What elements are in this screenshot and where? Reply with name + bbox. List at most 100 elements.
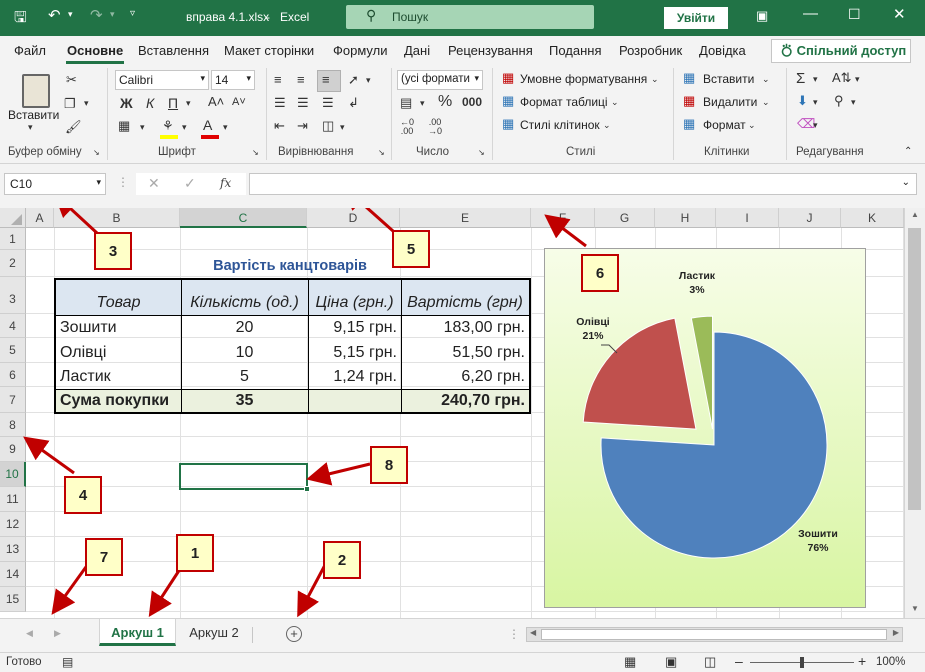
format-cells-button[interactable]: Формат xyxy=(703,118,746,132)
active-cell-c10[interactable] xyxy=(179,463,310,492)
insert-cells-button[interactable]: Вставити xyxy=(703,72,754,86)
decrease-decimal-icon[interactable]: .00 →0 xyxy=(428,118,442,136)
undo-icon[interactable]: ↶ xyxy=(48,6,61,24)
row-header-12[interactable]: 12 xyxy=(0,512,26,537)
zoom-out-button[interactable]: – xyxy=(735,653,743,669)
borders-dropdown-icon[interactable]: ▾ xyxy=(140,122,145,133)
row-header-8[interactable]: 8 xyxy=(0,413,26,437)
sheet-next-icon[interactable]: ▶ xyxy=(54,628,61,639)
tab-page-layout[interactable]: Макет сторінки xyxy=(224,43,314,58)
sheet-tab-2[interactable]: Аркуш 2 xyxy=(178,619,250,646)
vertical-scroll-thumb[interactable] xyxy=(908,228,921,510)
horizontal-scroll-thumb[interactable] xyxy=(541,629,887,640)
share-button[interactable]: ⛣ Спільний доступ xyxy=(771,39,911,63)
sheet-prev-icon[interactable]: ◀ xyxy=(26,628,33,639)
underline-dropdown-icon[interactable]: ▾ xyxy=(186,98,191,109)
cancel-entry-icon[interactable]: ✕ xyxy=(148,175,160,192)
ribbon-display-options-icon[interactable]: ▣ xyxy=(756,8,768,24)
column-header-j[interactable]: J xyxy=(779,208,841,228)
zoom-level[interactable]: 100% xyxy=(876,656,905,668)
clipboard-launcher-icon[interactable]: ↘ xyxy=(93,148,100,157)
comma-style-icon[interactable]: 000 xyxy=(462,95,482,109)
column-header-f[interactable]: F xyxy=(531,208,595,228)
row-header-1[interactable]: 1 xyxy=(0,228,26,250)
align-right-icon[interactable]: ☰ xyxy=(322,95,334,111)
cell-styles-button[interactable]: Стилі клітинок xyxy=(520,118,600,132)
tab-data[interactable]: Дані xyxy=(404,43,430,58)
scroll-down-icon[interactable]: ▼ xyxy=(911,604,919,613)
fill-handle[interactable] xyxy=(304,486,310,492)
bold-button[interactable]: Ж xyxy=(120,95,133,111)
row-header-11[interactable]: 11 xyxy=(0,487,26,512)
increase-decimal-icon[interactable]: ←0.00 xyxy=(400,118,414,136)
row-header-15[interactable]: 15 xyxy=(0,587,26,612)
wrap-text-icon[interactable]: ↲ xyxy=(348,95,359,111)
column-header-i[interactable]: I xyxy=(716,208,779,228)
font-color-dropdown-icon[interactable]: ▾ xyxy=(223,122,228,133)
number-format-combo[interactable]: (усі формати ▾ xyxy=(397,70,483,90)
align-top-icon[interactable]: ≡ xyxy=(274,72,282,87)
minimize-button[interactable]: — xyxy=(803,5,818,22)
undo-dropdown-icon[interactable]: ▾ xyxy=(68,9,73,20)
percent-style-icon[interactable]: % xyxy=(438,93,452,111)
row-header-2[interactable]: 2 xyxy=(0,250,26,277)
scroll-left-icon[interactable]: ◀ xyxy=(530,628,536,637)
confirm-entry-icon[interactable]: ✓ xyxy=(184,175,196,192)
decrease-indent-icon[interactable]: ⇤ xyxy=(274,118,285,134)
fill-dropdown-icon[interactable]: ▾ xyxy=(813,97,818,108)
row-header-9[interactable]: 9 xyxy=(0,437,26,462)
tab-insert[interactable]: Вставлення xyxy=(138,43,209,58)
alignment-launcher-icon[interactable]: ↘ xyxy=(378,148,385,157)
sheet-tab-1[interactable]: Аркуш 1 xyxy=(99,619,176,646)
align-left-icon[interactable]: ☰ xyxy=(274,95,286,111)
format-as-table-button[interactable]: Формат таблиці xyxy=(520,95,608,109)
save-icon[interactable]: 🖫 xyxy=(14,7,27,32)
sort-filter-icon[interactable]: A⇅ xyxy=(832,70,852,86)
page-break-view-icon[interactable]: ◫ xyxy=(704,654,716,670)
row-header-7[interactable]: 7 xyxy=(0,387,26,413)
conditional-dropdown-icon[interactable]: ⌄ xyxy=(651,74,659,85)
copy-dropdown-icon[interactable]: ▾ xyxy=(84,98,89,109)
fill-color-icon[interactable]: ⚘ xyxy=(162,118,174,134)
accounting-format-icon[interactable]: ▤ xyxy=(400,95,412,111)
scroll-up-icon[interactable]: ▲ xyxy=(911,210,919,219)
normal-view-icon[interactable]: ▦ xyxy=(624,654,636,670)
conditional-formatting-button[interactable]: Умовне форматування xyxy=(520,72,647,86)
formula-input[interactable]: ⌄ xyxy=(249,173,917,195)
row-header-6[interactable]: 6 xyxy=(0,363,26,387)
fill-color-dropdown-icon[interactable]: ▾ xyxy=(182,122,187,133)
sign-in-button[interactable]: Увійти xyxy=(664,7,728,29)
decrease-font-icon[interactable]: A˅ xyxy=(232,96,246,108)
find-select-icon[interactable]: ⚲ xyxy=(834,93,844,109)
tab-file[interactable]: Файл xyxy=(14,43,46,58)
column-header-a[interactable]: A xyxy=(26,208,54,228)
cut-icon[interactable]: ✂ xyxy=(66,72,77,88)
format-painter-icon[interactable]: 🖌 xyxy=(65,119,82,135)
name-box[interactable]: C10 ▾ xyxy=(4,173,106,195)
tab-view[interactable]: Подання xyxy=(549,43,602,58)
row-header-13[interactable]: 13 xyxy=(0,537,26,562)
page-layout-view-icon[interactable]: ▣ xyxy=(665,654,677,670)
tab-home[interactable]: Основне xyxy=(67,43,123,58)
redo-icon[interactable]: ↷ xyxy=(90,6,103,24)
maximize-button[interactable]: ☐ xyxy=(848,6,861,23)
autosum-icon[interactable]: Σ xyxy=(796,70,805,87)
column-header-d[interactable]: D xyxy=(307,208,400,228)
find-select-dropdown-icon[interactable]: ▾ xyxy=(851,97,856,108)
insert-cells-dropdown-icon[interactable]: ⌄ xyxy=(762,74,770,85)
font-launcher-icon[interactable]: ↘ xyxy=(252,148,259,157)
zoom-slider-thumb[interactable] xyxy=(800,657,804,668)
merge-center-icon[interactable]: ◫ xyxy=(322,118,334,134)
expand-formula-icon[interactable]: ⌄ xyxy=(902,177,910,188)
underline-button[interactable]: П xyxy=(168,95,178,111)
font-color-icon[interactable]: A xyxy=(203,117,212,133)
clear-dropdown-icon[interactable]: ▾ xyxy=(813,120,818,131)
format-cells-dropdown-icon[interactable]: ⌄ xyxy=(748,120,756,131)
cell-styles-dropdown-icon[interactable]: ⌄ xyxy=(603,120,611,131)
row-header-14[interactable]: 14 xyxy=(0,562,26,587)
increase-indent-icon[interactable]: ⇥ xyxy=(297,118,308,134)
format-table-dropdown-icon[interactable]: ⌄ xyxy=(611,97,619,108)
number-launcher-icon[interactable]: ↘ xyxy=(478,148,485,157)
delete-cells-dropdown-icon[interactable]: ⌄ xyxy=(762,97,770,108)
column-header-h[interactable]: H xyxy=(655,208,716,228)
